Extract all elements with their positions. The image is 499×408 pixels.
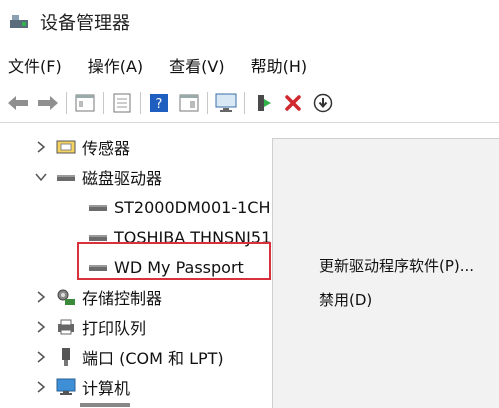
port-icon bbox=[56, 347, 76, 367]
toolbar-separator bbox=[207, 92, 208, 114]
toolbar-separator bbox=[66, 92, 67, 114]
computer-icon bbox=[56, 377, 76, 397]
tree-item-label: 磁盘驱动器 bbox=[82, 169, 163, 188]
tree-item-label: 端口 (COM 和 LPT) bbox=[82, 349, 224, 368]
context-menu-update-driver[interactable]: 更新驱动程序软件(P)... bbox=[319, 255, 474, 276]
storage-controller-icon bbox=[56, 287, 76, 307]
tree-item-label: 传感器 bbox=[82, 139, 131, 158]
sensor-icon bbox=[56, 137, 76, 157]
chevron-right-icon[interactable] bbox=[34, 350, 48, 364]
tree-item-disk-drives[interactable]: 磁盘驱动器 bbox=[34, 162, 162, 192]
tree-item-storage-controllers[interactable]: 存储控制器 bbox=[34, 282, 162, 312]
chevron-right-icon[interactable] bbox=[34, 140, 48, 154]
tree-item-label: 存储控制器 bbox=[82, 289, 163, 308]
tree-item-label: 打印队列 bbox=[82, 319, 147, 338]
monitor-icon[interactable] bbox=[214, 91, 238, 115]
disk-drive-icon bbox=[56, 167, 76, 187]
toolbar-separator bbox=[244, 92, 245, 114]
tree-item-print-queue[interactable]: 打印队列 bbox=[34, 312, 146, 342]
tree-item-ports[interactable]: 端口 (COM 和 LPT) bbox=[34, 342, 224, 372]
back-arrow-icon[interactable] bbox=[6, 91, 30, 115]
forward-arrow-icon[interactable] bbox=[36, 91, 60, 115]
chevron-right-icon[interactable] bbox=[34, 380, 48, 394]
tree-item-partial bbox=[80, 402, 130, 408]
chevron-right-icon[interactable] bbox=[34, 320, 48, 334]
selected-item-outline bbox=[77, 242, 271, 280]
menu-action[interactable]: 操作(A) bbox=[78, 53, 153, 77]
device-manager-icon bbox=[8, 11, 30, 33]
list-icon[interactable] bbox=[110, 91, 134, 115]
printer-icon bbox=[56, 317, 76, 337]
tree-item-sensors[interactable]: 传感器 bbox=[34, 132, 130, 162]
menu-bar: 文件(F) 操作(A) 查看(V) 帮助(H) bbox=[0, 50, 499, 80]
chevron-down-icon[interactable] bbox=[34, 170, 48, 184]
menu-view[interactable]: 查看(V) bbox=[159, 53, 234, 77]
context-menu: 更新驱动程序软件(P)... 禁用(D) bbox=[272, 138, 499, 408]
tree-item-disk-st2000[interactable]: ST2000DM001-1CH164 bbox=[80, 192, 301, 222]
toolbar: ? bbox=[0, 86, 499, 120]
disk-drive-icon bbox=[88, 197, 108, 217]
uninstall-icon[interactable] bbox=[281, 91, 305, 115]
help-icon[interactable]: ? bbox=[147, 91, 171, 115]
toolbar-separator bbox=[140, 92, 141, 114]
context-menu-disable[interactable]: 禁用(D) bbox=[319, 289, 372, 310]
title-bar: 设备管理器 bbox=[0, 0, 499, 44]
toolbar-divider bbox=[0, 122, 499, 123]
details-icon[interactable] bbox=[177, 91, 201, 115]
window-title: 设备管理器 bbox=[40, 13, 130, 34]
svg-text:?: ? bbox=[156, 97, 163, 112]
update-driver-icon[interactable] bbox=[251, 91, 275, 115]
download-icon[interactable] bbox=[311, 91, 335, 115]
tree-item-label: 计算机 bbox=[82, 379, 131, 398]
tree-item-computer[interactable]: 计算机 bbox=[34, 372, 130, 402]
toolbar-separator bbox=[103, 92, 104, 114]
menu-help[interactable]: 帮助(H) bbox=[241, 53, 318, 77]
properties-icon[interactable] bbox=[73, 91, 97, 115]
menu-file[interactable]: 文件(F) bbox=[0, 53, 72, 77]
chevron-right-icon[interactable] bbox=[34, 290, 48, 304]
